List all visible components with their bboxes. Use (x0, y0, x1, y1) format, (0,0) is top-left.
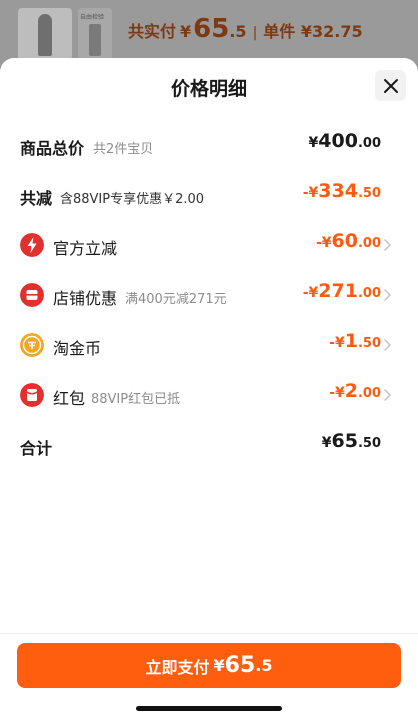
row-official-discount[interactable]: 官方立减 -¥ 60.00 (0, 230, 418, 260)
amount-dec: .00 (357, 236, 381, 251)
row-gold-coins[interactable]: 淘金币 -¥ 1.50 (0, 330, 418, 360)
amount-int: 400 (318, 130, 358, 152)
row-label: 店铺优惠 (53, 289, 118, 308)
amount-int: 271 (318, 280, 358, 302)
amount-dec: .50 (357, 436, 381, 451)
store-coupon-icon (20, 283, 44, 307)
row-sum: 合计 ¥65.50 (0, 430, 418, 460)
row-amount: ¥65.50 (322, 430, 381, 452)
sheet-title: 价格明细 (170, 78, 247, 100)
product-thumbnail (18, 8, 72, 60)
chevron-right-icon (383, 288, 392, 302)
row-sub: 共2件宝贝 (93, 142, 154, 157)
pay-dec: .5 (255, 656, 273, 675)
row-label: 红包 (53, 389, 86, 408)
thumbnail-tag: 自由检验 (80, 14, 105, 21)
red-packet-icon (20, 383, 44, 407)
footer-divider (0, 633, 418, 634)
row-total-discount: 共减 含88VIP专享优惠￥2.00 -¥ 334.50 (0, 180, 418, 210)
pay-int: 65 (224, 653, 256, 678)
row-amount: -¥ 1.50 (329, 330, 381, 352)
row-amount: -¥ 60.00 (316, 230, 381, 252)
row-amount: -¥ 2.00 (329, 380, 381, 402)
pay-label: 立即支付 (145, 657, 210, 677)
chevron-right-icon (383, 338, 392, 352)
amount-dec: .00 (357, 136, 381, 151)
amount-int: 65 (331, 430, 358, 452)
gold-coin-icon (20, 333, 44, 357)
row-red-packet[interactable]: 红包 88VIP红包已抵 -¥ 2.00 (0, 380, 418, 410)
total-yen: ¥ (180, 22, 192, 41)
row-label: 共减 (20, 189, 53, 208)
home-indicator[interactable] (136, 706, 282, 711)
row-amount: -¥ 334.50 (303, 180, 381, 202)
amount-int: 334 (318, 180, 358, 202)
amount-dec: .00 (357, 386, 381, 401)
amount-yen: ¥ (321, 435, 332, 451)
row-amount: -¥ 271.00 (303, 280, 381, 302)
amount-int: 1 (344, 330, 358, 352)
amount-int: 2 (344, 380, 358, 402)
close-button[interactable] (375, 70, 406, 101)
row-store-discount[interactable]: 店铺优惠 满400元减271元 -¥ 271.00 (0, 280, 418, 310)
row-label: 商品总价 (20, 139, 85, 158)
row-label: 官方立减 (53, 239, 118, 258)
row-sub: 满400元减271元 (125, 292, 227, 307)
product-thumbnail: 自由检验 (78, 8, 112, 60)
close-icon (383, 78, 398, 93)
amount-yen: -¥ (329, 385, 345, 401)
row-label: 淘金币 (53, 339, 102, 358)
row-goods-total: 商品总价 共2件宝贝 ¥400.00 (0, 130, 418, 160)
amount-yen: -¥ (302, 285, 319, 301)
row-sub: 含88VIP专享优惠￥2.00 (60, 192, 205, 207)
amount-int: 60 (331, 230, 358, 252)
amount-dec: .50 (357, 186, 381, 201)
price-detail-sheet: 价格明细 商品总价 共2件宝贝 ¥400.00 共减 含88VIP专享优惠￥2.… (0, 58, 418, 720)
row-sub: 88VIP红包已抵 (91, 392, 181, 407)
amount-dec: .00 (357, 286, 381, 301)
total-int: 65 (193, 14, 230, 44)
row-label: 合计 (20, 439, 53, 458)
total-dec: .5 (229, 22, 247, 41)
unit-price: 单件 ¥32.75 (263, 22, 363, 41)
lightning-icon (20, 233, 44, 257)
row-amount: ¥400.00 (309, 130, 381, 152)
amount-yen: ¥ (308, 135, 319, 151)
amount-dec: .50 (357, 336, 381, 351)
background-order-header: 自由检验 共实付 ¥ 65 .5 | 单件 ¥32.75 (0, 0, 418, 66)
background-total: 共实付 ¥ 65 .5 | 单件 ¥32.75 (128, 14, 363, 44)
pay-now-button[interactable]: 立即支付 ¥ 65 .5 (17, 643, 401, 688)
chevron-right-icon (383, 388, 392, 402)
total-label: 共实付 (128, 22, 177, 41)
amount-yen: -¥ (302, 185, 319, 201)
amount-yen: -¥ (315, 235, 332, 251)
total-separator: | (252, 25, 258, 41)
pay-yen: ¥ (213, 656, 225, 675)
amount-yen: -¥ (329, 335, 345, 351)
chevron-right-icon (383, 238, 392, 252)
